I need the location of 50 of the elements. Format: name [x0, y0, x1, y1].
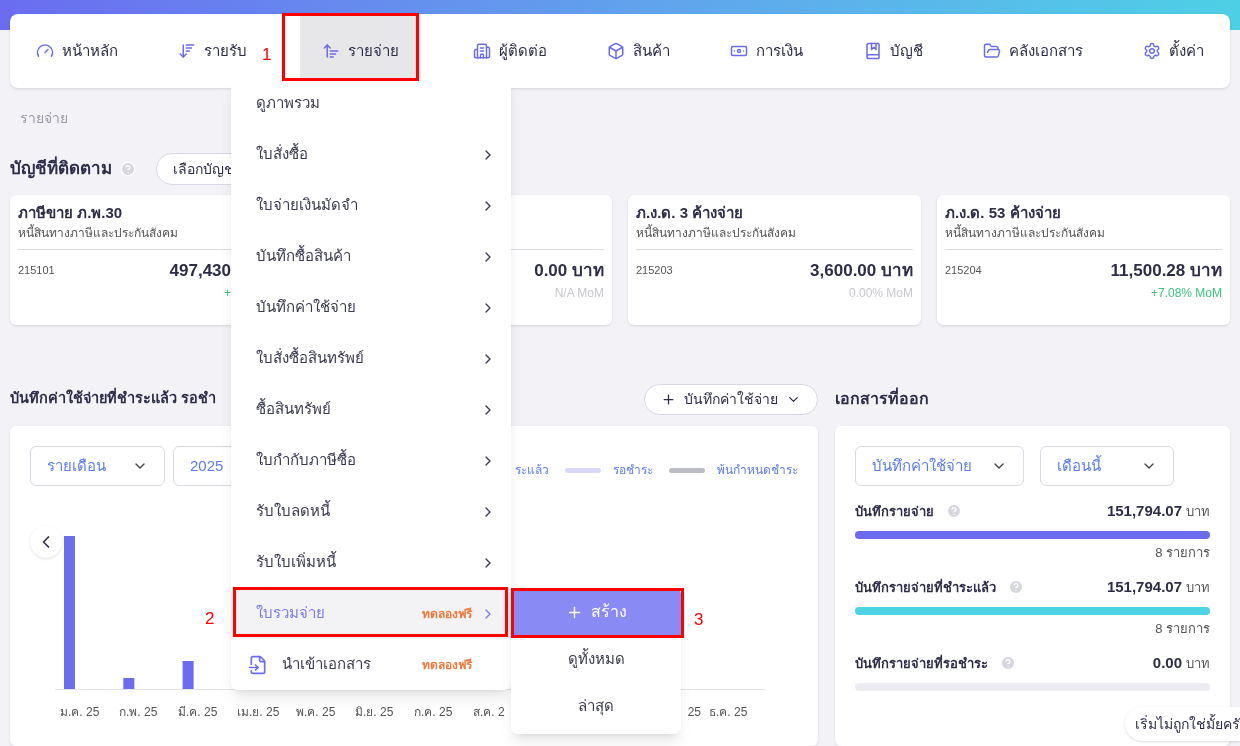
- currency-unit: บาท: [1186, 655, 1210, 673]
- account-code: 215101: [18, 263, 55, 278]
- section-title: บันทึกค่าใช้จ่ายที่ชำระแล้ว รอชำ: [10, 388, 217, 410]
- card-subtitle: หนี้สินทางภาษีและประกันสังคม: [18, 223, 178, 242]
- step-number: 1: [262, 44, 272, 66]
- card-title: ภ.ง.ด. 3 ค้างจ่าย: [636, 203, 744, 223]
- axis-label: ม.ค. 25: [60, 704, 101, 721]
- stat-label: บันทึกรายจ่าย: [855, 502, 934, 521]
- stat-label: บันทึกรายจ่ายที่ชำระแล้ว: [855, 577, 996, 597]
- trial-label: ทดลองฟรี: [422, 656, 472, 674]
- step-number: 3: [694, 609, 704, 631]
- mom-change: +: [224, 284, 231, 302]
- item-count: 8 รายการ: [1155, 543, 1210, 562]
- axis-label: ธ.ค. 25: [709, 704, 749, 721]
- legend-label: รอชำระ: [613, 462, 653, 479]
- axis-label: ก.พ. 25: [119, 704, 159, 721]
- card-subtitle: หนี้สินทางภาษีและประกันสังคม: [636, 223, 796, 242]
- axis-label: 25: [686, 704, 702, 721]
- currency-unit: บาท: [1186, 579, 1210, 597]
- card-title: ภ.ง.ด. 53 ค้างจ่าย: [945, 203, 1061, 223]
- legend-label: ระแล้ว: [515, 462, 549, 479]
- account-amount: 0.00 บาท: [534, 260, 604, 282]
- card-subtitle: หนี้สินทางภาษีและประกันสังคม: [945, 223, 1105, 242]
- step-number: 2: [205, 608, 215, 630]
- axis-label: พ.ค. 25: [296, 704, 337, 721]
- card-title: ภาษีขาย ภ.พ.30: [18, 203, 123, 223]
- stat-amount: 151,794.07: [1106, 501, 1182, 521]
- item-count: 8 รายการ: [1155, 619, 1210, 638]
- stat-label: บันทึกรายจ่ายที่รอชำระ: [855, 653, 988, 673]
- section-title: เอกสารที่ออก: [835, 387, 929, 411]
- axis-label: มี.ค. 25: [178, 704, 219, 721]
- trial-label: ทดลองฟรี: [422, 605, 472, 623]
- account-amount: 11,500.28 บาท: [1110, 260, 1222, 282]
- account-amount: 497,430: [169, 260, 231, 282]
- stat-amount: 151,794.07: [1106, 577, 1182, 597]
- account-code: 215204: [945, 263, 982, 278]
- section-title: บัญชีที่ติดตาม: [10, 156, 112, 182]
- mom-change: +7.08% MoM: [1150, 284, 1222, 302]
- axis-label: ก.ค. 25: [414, 704, 454, 721]
- axis-label: เม.ย. 25: [237, 704, 281, 721]
- mom-change: 0.00% MoM: [848, 284, 913, 302]
- account-code: 215203: [636, 263, 673, 278]
- axis-label: ส.ค. 2: [473, 704, 506, 721]
- mom-change: N/A MoM: [554, 284, 604, 302]
- breadcrumb: รายจ่าย: [20, 109, 68, 128]
- legend-label: พ้นกำหนดชำระ: [717, 462, 798, 479]
- axis-label: มิ.ย. 25: [355, 704, 395, 721]
- stat-amount: 0.00: [1152, 653, 1182, 673]
- account-amount: 3,600.00 บาท: [810, 260, 913, 282]
- currency-unit: บาท: [1186, 503, 1210, 521]
